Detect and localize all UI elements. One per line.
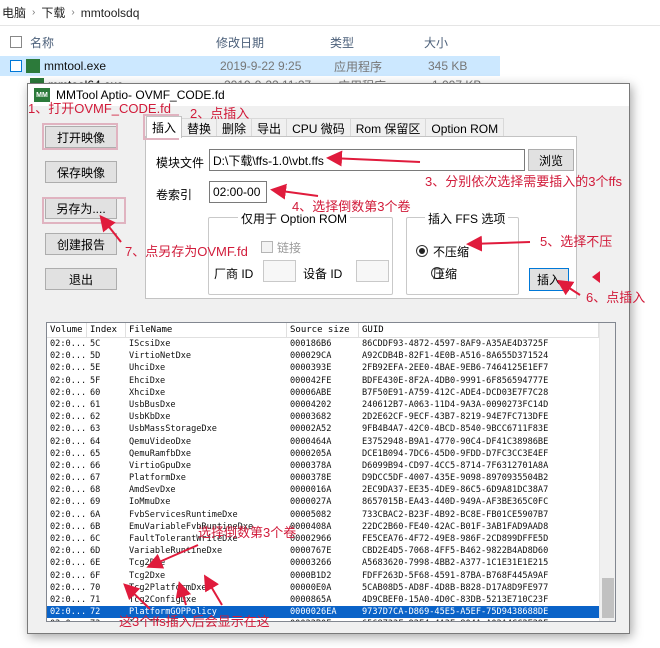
annotation-select-volume: 选择倒数第3个卷 [198,525,297,540]
arrow-ffs-rows [123,583,151,610]
annotation-step-1: 1、打开OVMF_CODE.fd [28,101,172,116]
arrow-save-as [99,214,122,243]
arrow-head [592,271,600,283]
tab-insert[interactable]: 插入 [146,116,183,138]
annotation-step-3: 3、分别依次选择需要插入的3个ffs [425,174,622,189]
arrow-ffs-rows [175,581,192,606]
annotation-step-5: 5、选择不压 [540,234,613,249]
annotation-step-2: 2、点插入 [190,106,250,121]
arrow-ffs-rows [203,574,223,606]
annotation-step-7: 7、点另存为OVMF.fd [125,244,248,259]
arrow-insert-button [556,279,581,296]
arrow-module-file [326,150,421,167]
annotation-ffs-location: 这3个ffs插入后会显示在这 [119,614,270,629]
arrow-uncompressed [466,235,531,252]
arrow-volume-row [146,544,199,569]
annotation-step-4: 4、选择倒数第3个卷 [292,199,411,214]
annotation-step-6: 6、点插入 [586,290,646,305]
